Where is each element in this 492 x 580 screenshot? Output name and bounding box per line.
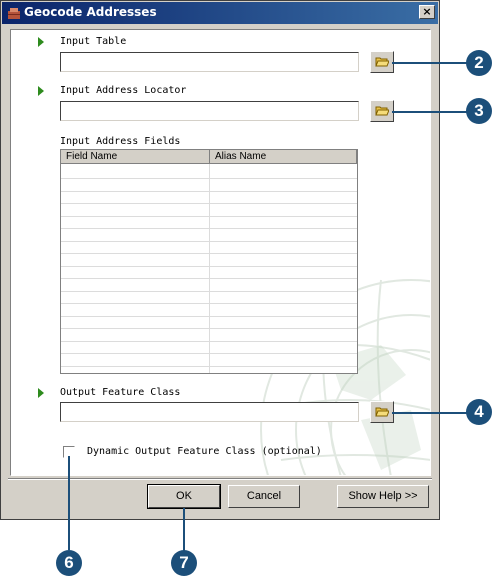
alias-name-column-header[interactable]: Alias Name [210,150,357,164]
title-bar[interactable]: Geocode Addresses × [2,2,438,24]
input-locator-label: Input Address Locator [60,85,187,96]
open-folder-icon [375,407,389,417]
grid-row[interactable] [61,266,357,267]
show-help-button[interactable]: Show Help >> [337,485,429,508]
input-table-browse-button[interactable] [370,51,394,73]
field-name-column-header[interactable]: Field Name [61,150,210,164]
grid-row[interactable] [61,353,357,354]
output-fc-label: Output Feature Class [60,387,181,398]
open-folder-icon [375,57,389,67]
callout-leader [68,456,70,550]
callout-leader [183,508,185,552]
required-arrow-icon [38,37,44,47]
open-folder-icon [375,106,389,116]
grid-row[interactable] [61,203,357,204]
ok-button[interactable]: OK [147,484,221,509]
separator [8,479,432,480]
grid-row[interactable] [61,178,357,179]
grid-row[interactable] [61,216,357,217]
callout-leader [392,62,468,64]
address-fields-label: Input Address Fields [60,136,181,147]
address-fields-grid[interactable]: Field Name Alias Name [60,149,358,374]
callout-3: 3 [466,98,492,124]
input-table-field[interactable] [60,52,359,72]
cancel-button[interactable]: Cancel [228,485,300,508]
callout-2: 2 [466,50,492,76]
callout-4: 4 [466,399,492,425]
required-arrow-icon [38,86,44,96]
grid-row[interactable] [61,316,357,317]
grid-row[interactable] [61,228,357,229]
input-locator-browse-button[interactable] [370,100,394,122]
grid-row[interactable] [61,291,357,292]
callout-leader [392,111,468,113]
grid-row[interactable] [61,328,357,329]
grid-row[interactable] [61,341,357,342]
window-title: Geocode Addresses [24,5,157,19]
required-arrow-icon [38,388,44,398]
close-button[interactable]: × [419,5,435,19]
grid-row[interactable] [61,191,357,192]
grid-row[interactable] [61,366,357,367]
toolbox-icon [8,8,20,19]
callout-6: 6 [56,550,82,576]
output-fc-browse-button[interactable] [370,401,394,423]
callout-leader [392,412,472,414]
input-locator-field[interactable] [60,101,359,121]
grid-row[interactable] [61,303,357,304]
grid-row[interactable] [61,278,357,279]
output-fc-field[interactable] [60,402,359,422]
grid-row[interactable] [61,253,357,254]
grid-row[interactable] [61,241,357,242]
input-table-label: Input Table [60,36,127,47]
dynamic-output-label: Dynamic Output Feature Class (optional) [87,446,322,457]
callout-7: 7 [171,550,197,576]
